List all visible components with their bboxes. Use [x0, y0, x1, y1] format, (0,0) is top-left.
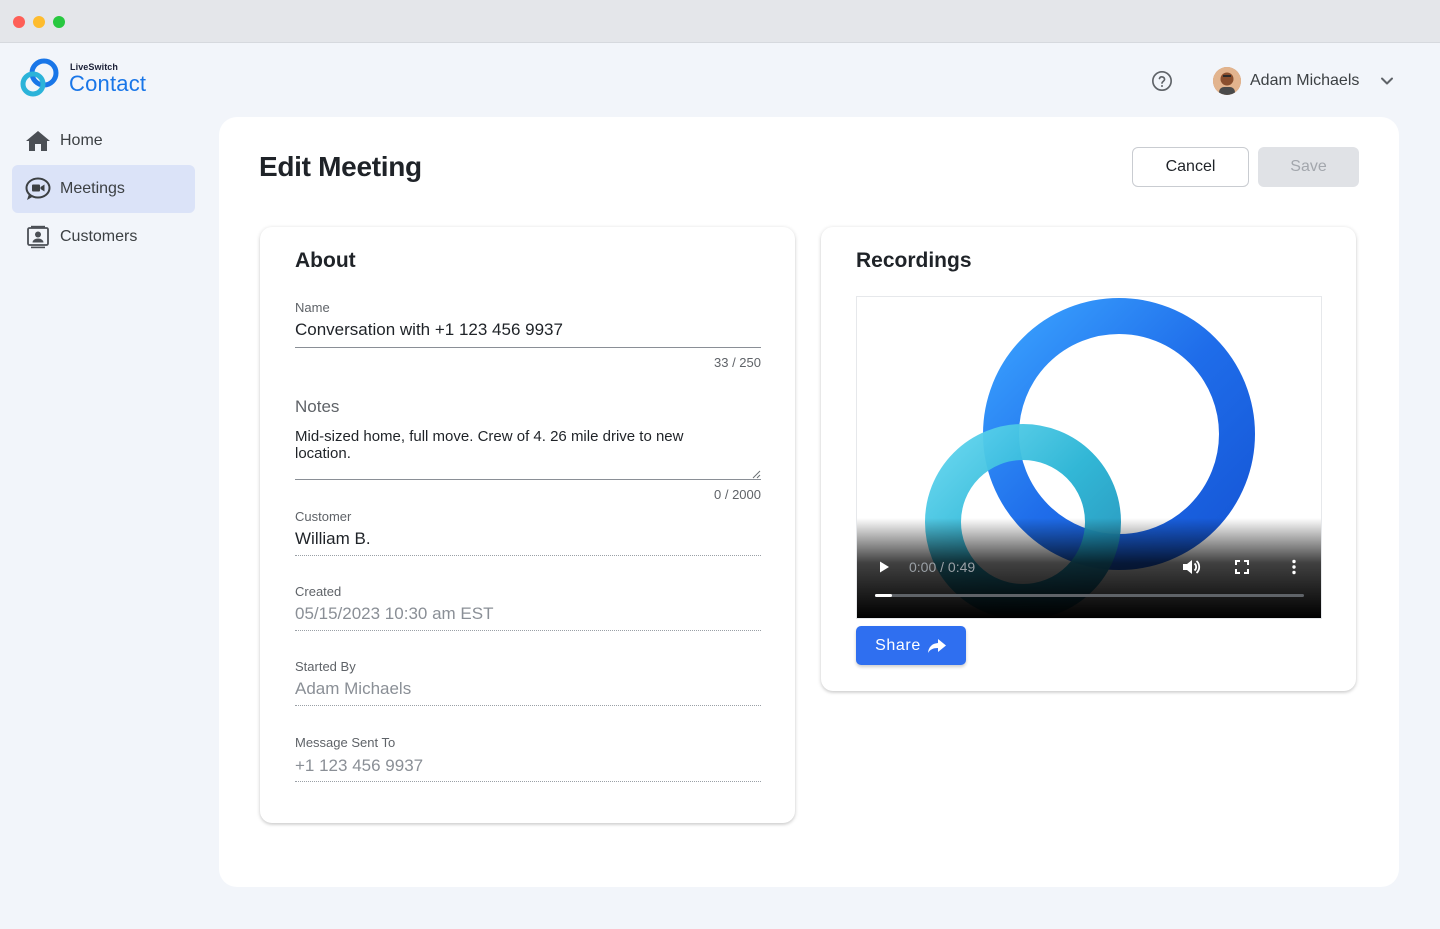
- sidebar-item-label: Meetings: [60, 180, 125, 197]
- video-progress-fill: [875, 594, 893, 597]
- help-circle-icon[interactable]: [1151, 70, 1173, 92]
- app-logo[interactable]: LiveSwitch Contact: [18, 56, 168, 100]
- notes-textarea[interactable]: Mid-sized home, full move. Crew of 4. 26…: [295, 428, 735, 462]
- customer-label: Customer: [295, 509, 352, 524]
- customer-field-underline: [295, 555, 761, 556]
- sidebar-item-meetings[interactable]: Meetings: [12, 165, 195, 213]
- save-button[interactable]: Save: [1258, 147, 1359, 187]
- notes-char-counter: 0 / 2000: [714, 487, 761, 502]
- name-field[interactable]: Conversation with +1 123 456 9937: [295, 320, 563, 340]
- user-name[interactable]: Adam Michaels: [1250, 72, 1359, 90]
- window-titlebar: [0, 0, 1440, 43]
- started-by-label: Started By: [295, 659, 356, 674]
- sidebar-item-home[interactable]: Home: [12, 117, 195, 165]
- share-button[interactable]: Share: [856, 626, 966, 665]
- brand-large-text: Contact: [69, 71, 147, 96]
- window-maximize-button[interactable]: [53, 16, 65, 28]
- resize-handle-icon[interactable]: [751, 469, 761, 479]
- started-by-field-underline: [295, 705, 761, 706]
- created-field-underline: [295, 630, 761, 631]
- share-button-label: Share: [875, 636, 921, 654]
- share-arrow-icon: [927, 638, 946, 653]
- sidebar-item-customers[interactable]: Customers: [12, 213, 195, 261]
- message-sent-value: +1 123 456 9937: [295, 756, 424, 775]
- page-title: Edit Meeting: [259, 151, 422, 182]
- video-progress-bar[interactable]: [875, 594, 1304, 597]
- message-sent-field-underline: [295, 781, 761, 782]
- avatar-icon: [1213, 67, 1241, 95]
- fullscreen-icon[interactable]: [1235, 560, 1249, 574]
- name-char-counter: 33 / 250: [714, 355, 761, 370]
- home-icon: [24, 129, 52, 153]
- main-content: Edit Meeting Cancel Save About Name Conv…: [219, 117, 1399, 887]
- cancel-button[interactable]: Cancel: [1132, 147, 1249, 187]
- more-options-icon[interactable]: [1289, 559, 1299, 575]
- liveswitch-logo-icon: [20, 58, 59, 97]
- created-value: 05/15/2023 10:30 am EST: [295, 604, 494, 623]
- started-by-value: Adam Michaels: [295, 679, 412, 698]
- recording-video-player[interactable]: 0:00 / 0:49: [856, 296, 1322, 619]
- about-title: About: [295, 249, 356, 272]
- notes-field-underline: [295, 479, 761, 480]
- message-sent-label: Message Sent To: [295, 735, 396, 750]
- recordings-card: Recordings 0:00 / 0:49 Share: [821, 227, 1356, 691]
- window-close-button[interactable]: [13, 16, 25, 28]
- play-icon[interactable]: [877, 560, 891, 574]
- window-minimize-button[interactable]: [33, 16, 45, 28]
- created-label: Created: [295, 584, 342, 599]
- user-avatar[interactable]: [1213, 67, 1241, 95]
- name-label: Name: [295, 300, 330, 315]
- name-field-underline: [295, 347, 761, 348]
- about-card: About Name Conversation with +1 123 456 …: [260, 227, 795, 823]
- sidebar-nav: Home Meetings Customers: [12, 117, 195, 261]
- meetings-icon: [24, 177, 52, 201]
- customer-field[interactable]: William B.: [295, 529, 371, 549]
- customers-icon: [24, 225, 52, 249]
- recordings-title: Recordings: [856, 249, 972, 272]
- sidebar-item-label: Home: [60, 132, 103, 149]
- notes-label: Notes: [295, 397, 340, 416]
- video-time: 0:00 / 0:49: [909, 559, 976, 575]
- sidebar-item-label: Customers: [60, 228, 138, 245]
- chevron-down-icon[interactable]: [1380, 74, 1394, 88]
- volume-icon[interactable]: [1181, 558, 1201, 576]
